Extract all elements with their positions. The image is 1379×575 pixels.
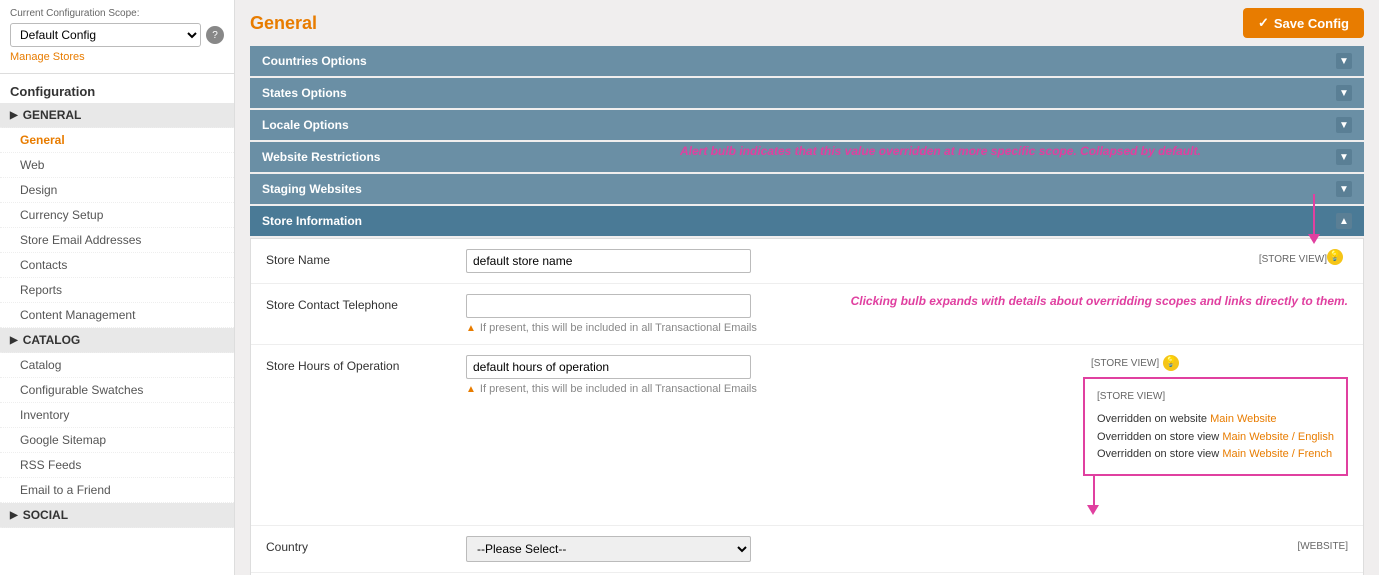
top-bar: General ✓ Save Config — [235, 0, 1379, 46]
override-storeview1-link[interactable]: Main Website / English — [1222, 431, 1334, 443]
store-hours-hint: ▲ If present, this will be included in a… — [466, 383, 1075, 395]
config-area: Countries Options ▼ States Options ▼ Loc… — [235, 46, 1379, 575]
store-name-input[interactable] — [466, 249, 751, 273]
section-bar-staging[interactable]: Staging Websites ▼ — [250, 174, 1364, 204]
store-name-row: Store Name [STORE VIEW] 💡 — [251, 239, 1363, 284]
manage-stores-link[interactable]: Manage Stores — [10, 51, 85, 63]
store-name-label: Store Name — [266, 249, 466, 267]
section-bar-states[interactable]: States Options ▼ — [250, 78, 1364, 108]
store-name-scope: [STORE VIEW] — [1259, 249, 1327, 265]
sidebar-item-catalog[interactable]: Catalog — [0, 353, 234, 378]
sidebar-item-google-sitemap[interactable]: Google Sitemap — [0, 428, 234, 453]
main-content: General ✓ Save Config Countries Options … — [235, 0, 1379, 575]
store-hours-bulb-icon[interactable]: 💡 — [1163, 355, 1179, 371]
chevron-icon: ▼ — [1336, 117, 1352, 133]
section-bar-countries[interactable]: Countries Options ▼ — [250, 46, 1364, 76]
override-storeview2-link[interactable]: Main Website / French — [1222, 448, 1332, 460]
scope-label: Current Configuration Scope: — [10, 8, 224, 19]
store-hours-label: Store Hours of Operation — [266, 355, 466, 373]
scope-section: Current Configuration Scope: Default Con… — [0, 0, 234, 74]
override-storeview1-row: Overridden on store view Main Website / … — [1097, 429, 1334, 447]
sidebar-item-design[interactable]: Design — [0, 178, 234, 203]
country-label: Country — [266, 536, 466, 554]
sidebar-item-currency-setup[interactable]: Currency Setup — [0, 203, 234, 228]
store-hours-field: ▲ If present, this will be included in a… — [466, 355, 1075, 395]
chevron-icon: ▼ — [1336, 53, 1352, 69]
sidebar-section-social[interactable]: ▶ SOCIAL — [0, 503, 234, 528]
sidebar-item-contacts[interactable]: Contacts — [0, 253, 234, 278]
store-hours-input[interactable] — [466, 355, 751, 379]
override-popup: [STORE VIEW] Overridden on website Main … — [1083, 377, 1348, 476]
sidebar-item-inventory[interactable]: Inventory — [0, 403, 234, 428]
section-bar-locale[interactable]: Locale Options ▼ — [250, 110, 1364, 140]
sidebar-section-catalog[interactable]: ▶ CATALOG — [0, 328, 234, 353]
triangle-icon-hours: ▲ — [466, 384, 476, 395]
store-contact-phone-hint: ▲ If present, this will be included in a… — [466, 322, 843, 334]
chevron-icon: ▼ — [1336, 149, 1352, 165]
configuration-heading: Configuration — [0, 74, 234, 103]
sidebar-item-configurable-swatches[interactable]: Configurable Swatches — [0, 378, 234, 403]
country-field: --Please Select-- — [466, 536, 1289, 562]
store-contact-phone-input[interactable] — [466, 294, 751, 318]
country-scope: [WEBSITE] — [1297, 536, 1348, 552]
sidebar-item-rss-feeds[interactable]: RSS Feeds — [0, 453, 234, 478]
save-icon: ✓ — [1258, 15, 1269, 31]
scope-help-icon[interactable]: ? — [206, 26, 224, 44]
chevron-icon: ▼ — [1336, 181, 1352, 197]
store-name-field — [466, 249, 1243, 273]
store-info-content: Store Name [STORE VIEW] 💡 — [250, 238, 1364, 575]
website-restrictions-row: Website Restrictions ▼ Alert bulb indica… — [250, 142, 1364, 172]
sidebar: Current Configuration Scope: Default Con… — [0, 0, 235, 575]
country-select[interactable]: --Please Select-- — [466, 536, 751, 562]
section-bar-store-info[interactable]: Store Information ▲ — [250, 206, 1364, 236]
scope-select[interactable]: Default Config — [10, 23, 201, 47]
sidebar-item-email-to-friend[interactable]: Email to a Friend — [0, 478, 234, 503]
sidebar-item-content-mgmt[interactable]: Content Management — [0, 303, 234, 328]
sidebar-item-reports[interactable]: Reports — [0, 278, 234, 303]
section-bar-website-restrictions[interactable]: Website Restrictions ▼ — [250, 142, 1364, 172]
chevron-up-icon: ▲ — [1336, 213, 1352, 229]
annotation-click-hint: Clicking bulb expands with details about… — [851, 294, 1348, 308]
sidebar-catalog-items: Catalog Configurable Swatches Inventory … — [0, 353, 234, 503]
sidebar-item-general[interactable]: General — [0, 128, 234, 153]
sidebar-section-general[interactable]: ▶ GENERAL — [0, 103, 234, 128]
store-hours-scope: [STORE VIEW] — [1091, 358, 1159, 369]
sidebar-item-store-email[interactable]: Store Email Addresses — [0, 228, 234, 253]
sidebar-item-web[interactable]: Web — [0, 153, 234, 178]
store-hours-row: Store Hours of Operation ▲ If present, t… — [251, 345, 1363, 526]
save-config-button[interactable]: ✓ Save Config — [1243, 8, 1364, 38]
store-contact-phone-label: Store Contact Telephone — [266, 294, 466, 312]
override-website-link[interactable]: Main Website — [1210, 413, 1276, 425]
triangle-icon: ▲ — [466, 323, 476, 334]
store-name-bulb-icon[interactable]: 💡 — [1327, 249, 1343, 265]
chevron-icon: ▼ — [1336, 85, 1352, 101]
page-title: General — [250, 13, 317, 34]
override-website-row: Overridden on website Main Website — [1097, 411, 1334, 429]
store-contact-phone-row: Store Contact Telephone ▲ If present, th… — [251, 284, 1363, 345]
override-storeview2-row: Overridden on store view Main Website / … — [1097, 446, 1334, 464]
sidebar-general-items: General Web Design Currency Setup Store … — [0, 128, 234, 328]
override-popup-scope: [STORE VIEW] — [1097, 389, 1334, 405]
country-row: Country --Please Select-- [WEBSITE] — [251, 526, 1363, 573]
store-contact-phone-field: ▲ If present, this will be included in a… — [466, 294, 843, 334]
